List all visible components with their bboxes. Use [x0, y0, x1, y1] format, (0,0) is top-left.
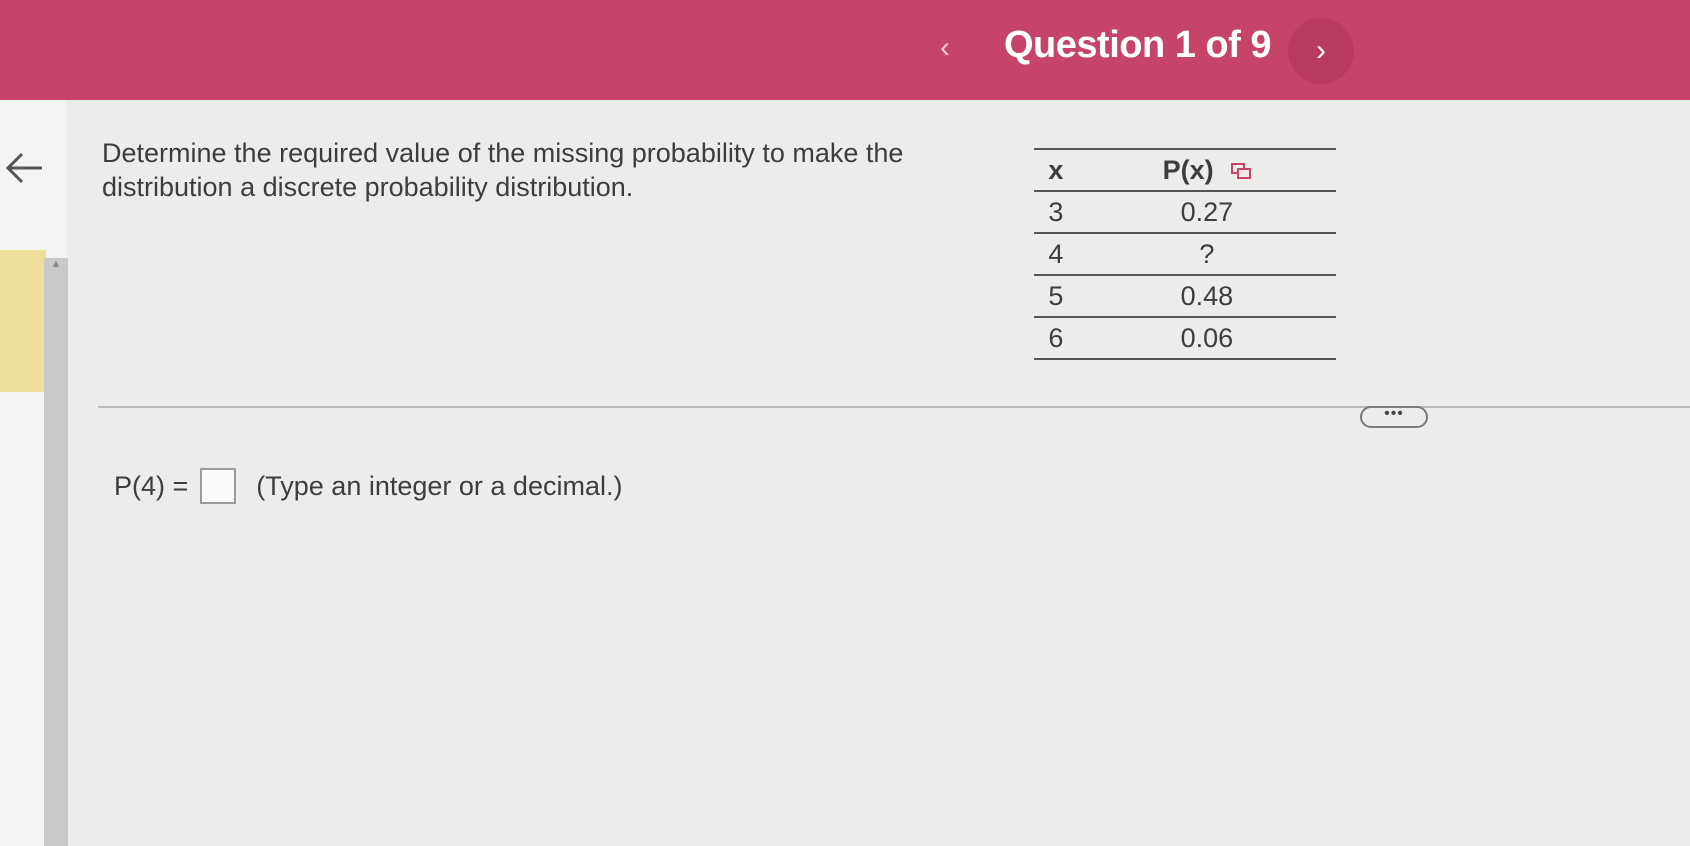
- column-header-x: x: [1034, 149, 1078, 192]
- next-question-button[interactable]: ›: [1288, 18, 1354, 84]
- cell-x: 4: [1034, 233, 1078, 276]
- cell-px: 0.06: [1077, 317, 1336, 360]
- answer-input[interactable]: [200, 468, 237, 504]
- arrow-left-icon[interactable]: [2, 146, 46, 190]
- column-header-px-label: P(x): [1162, 154, 1214, 185]
- section-divider: [98, 406, 1690, 408]
- copy-icon[interactable]: [1231, 163, 1252, 180]
- column-header-px: P(x): [1077, 149, 1336, 192]
- table-row: 3 0.27: [1034, 191, 1336, 234]
- distribution-table: x P(x) 3 0.27 4 ? 5 0.48 6 0.06: [1034, 148, 1336, 360]
- cell-px: 0.48: [1077, 275, 1336, 318]
- triangle-up-icon[interactable]: ▲: [46, 256, 66, 272]
- question-counter-title: Question 1 of 9: [1004, 24, 1271, 66]
- cell-px: ?: [1077, 233, 1336, 276]
- answer-row: P(4) = (Type an integer or a decimal.): [114, 468, 622, 504]
- cell-x: 3: [1034, 191, 1078, 234]
- more-options-button[interactable]: •••: [1360, 406, 1428, 428]
- cell-px: 0.27: [1077, 191, 1336, 234]
- side-tab[interactable]: [0, 250, 46, 392]
- answer-prefix: P(4) =: [114, 470, 189, 501]
- cell-x: 6: [1034, 317, 1078, 360]
- table-row: 4 ?: [1034, 233, 1336, 276]
- answer-hint: (Type an integer or a decimal.): [256, 470, 623, 501]
- previous-question-button[interactable]: ‹: [930, 28, 960, 68]
- scrollbar[interactable]: [44, 258, 68, 846]
- table-header-row: x P(x): [1034, 149, 1336, 192]
- question-text: Determine the required value of the miss…: [102, 138, 904, 202]
- cell-x: 5: [1034, 275, 1078, 318]
- table-row: 6 0.06: [1034, 317, 1336, 360]
- table-row: 5 0.48: [1034, 275, 1336, 318]
